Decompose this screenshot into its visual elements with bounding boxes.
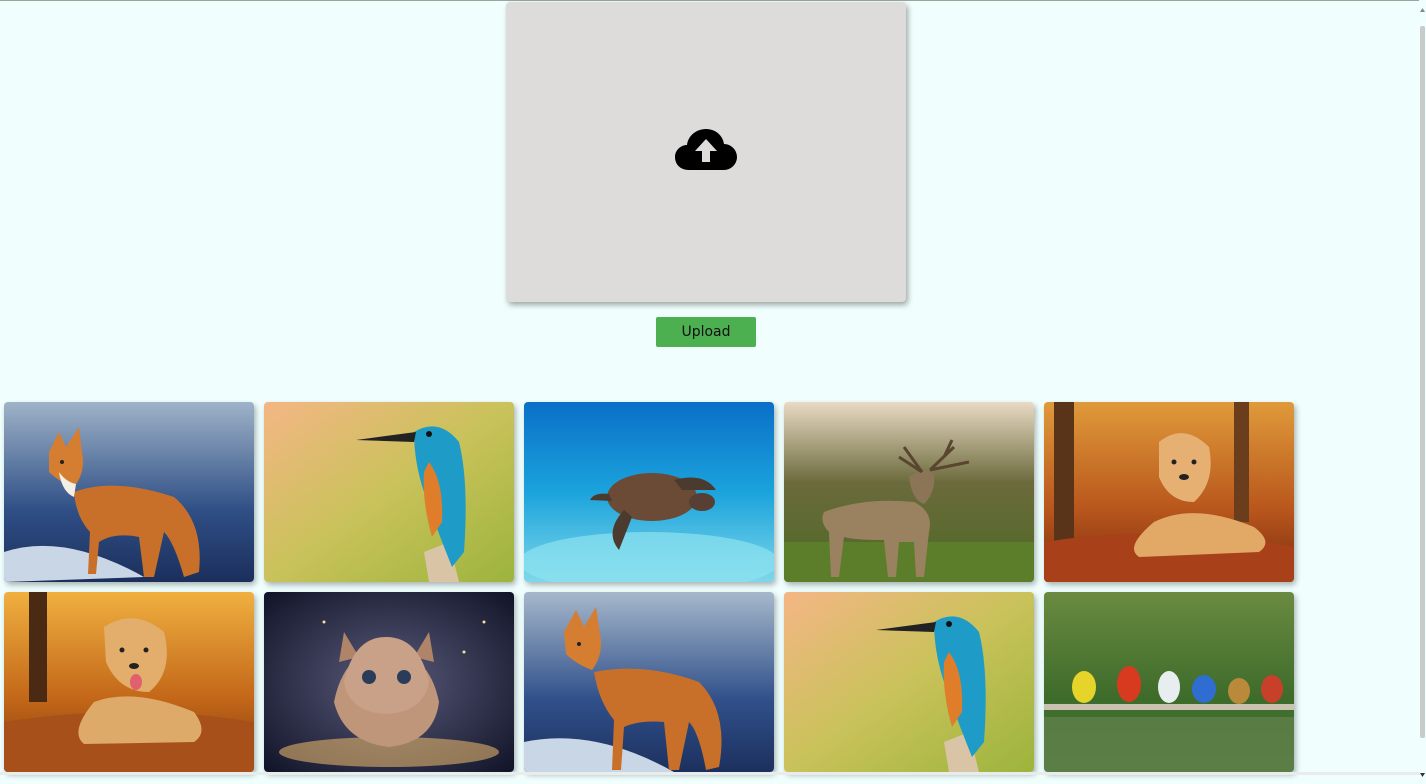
upload-button[interactable]: Upload — [656, 317, 756, 347]
cloud-upload-icon — [675, 129, 737, 175]
gallery-image-kitten[interactable] — [264, 592, 514, 772]
gallery-image-kingfisher[interactable] — [264, 402, 514, 582]
gallery-image-fox[interactable] — [524, 592, 774, 772]
vertical-scrollbar[interactable] — [1419, 0, 1426, 777]
gallery-image-fox[interactable] — [4, 402, 254, 582]
gallery-image-kingfisher[interactable] — [784, 592, 1034, 772]
gallery-image-golden-retriever[interactable] — [4, 592, 254, 772]
gallery-image-deer[interactable] — [784, 402, 1034, 582]
gallery-image-golden-retriever[interactable] — [1044, 402, 1294, 582]
gallery-image-birds-on-branch[interactable] — [1044, 592, 1294, 772]
top-border — [0, 0, 1426, 1]
scroll-down-arrow-icon[interactable] — [1419, 765, 1426, 777]
upload-dropzone[interactable] — [506, 2, 906, 302]
scrollbar-thumb[interactable] — [1420, 26, 1425, 738]
gallery-image-sea-turtle[interactable] — [524, 402, 774, 582]
scroll-up-arrow-icon[interactable] — [1419, 0, 1426, 12]
